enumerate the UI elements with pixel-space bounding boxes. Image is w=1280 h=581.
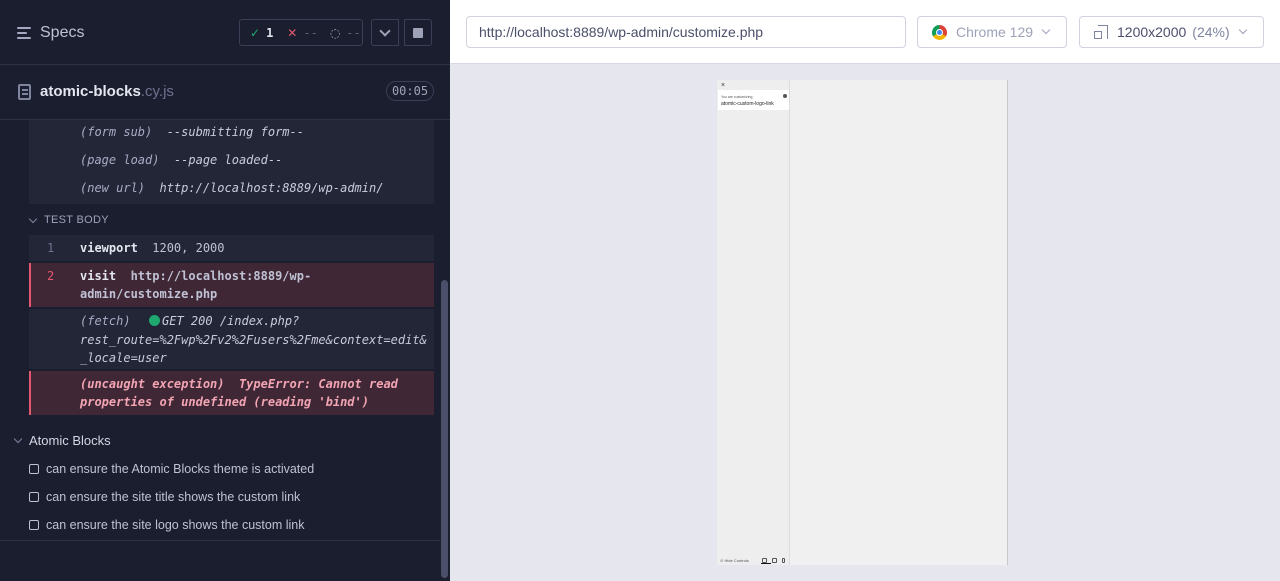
specs-toggle[interactable]: Specs — [17, 22, 84, 44]
specs-list-icon — [17, 26, 33, 40]
pending-test-icon — [29, 492, 39, 502]
test-title: can ensure the site logo shows the custo… — [46, 518, 305, 532]
command-number: 2 — [47, 269, 55, 283]
command-text-cont: admin/customize.php — [80, 287, 217, 301]
command-name: viewport — [80, 241, 138, 255]
run-duration: 00:05 — [386, 81, 434, 101]
hide-controls-label: Hide Controls — [724, 558, 749, 563]
test-item[interactable]: can ensure the site logo shows the custo… — [29, 518, 304, 532]
command-name: (page load) — [80, 153, 160, 167]
pending-spinner-icon: ◌ — [329, 25, 341, 40]
help-icon[interactable] — [783, 94, 787, 98]
check-icon: ✓ — [250, 25, 261, 40]
viewport-scale: (24%) — [1192, 24, 1230, 40]
command-message: admin/customize.php — [80, 287, 218, 301]
x-icon: ✕ — [287, 25, 298, 40]
exception-line: (uncaught exception) TypeError: Cannot r… — [80, 377, 398, 391]
command-name: (fetch) — [80, 314, 131, 328]
app-under-test-frame[interactable]: × You are customizing atomic-custom-logo… — [717, 80, 1008, 565]
failed-count: -- — [303, 25, 318, 40]
chevron-down-icon — [13, 434, 23, 444]
url-bar[interactable]: http://localhost:8889/wp-admin/customize… — [466, 16, 906, 48]
customizer-info-card — [718, 90, 789, 110]
command-message: --submitting form-- — [166, 125, 304, 139]
browser-selector[interactable]: Chrome 129 — [917, 16, 1067, 48]
chrome-icon — [932, 24, 947, 40]
passed-stat: ✓ 1 — [240, 26, 273, 40]
command-message: http://localhost:8889/wp-admin/ — [159, 181, 384, 195]
test-body-header[interactable]: TEST BODY — [28, 214, 109, 226]
test-title: can ensure the Atomic Blocks theme is ac… — [46, 462, 315, 476]
customizing-label: You are customizing — [721, 95, 753, 99]
command-row[interactable]: (new url) http://localhost:8889/wp-admin… — [80, 181, 383, 195]
command-row[interactable]: (page load) --page loaded-- — [80, 153, 282, 167]
fetch-message: _locale=user — [80, 351, 167, 365]
test-item[interactable]: can ensure the Atomic Blocks theme is ac… — [29, 462, 314, 476]
file-name-text: atomic-blocks — [40, 83, 141, 100]
test-item[interactable]: can ensure the site title shows the cust… — [29, 490, 300, 504]
viewport-size: 1200x2000 — [1117, 24, 1187, 40]
divider — [0, 540, 441, 541]
test-title: can ensure the site title shows the cust… — [46, 490, 301, 504]
command-text: viewport 1200, 2000 — [80, 241, 225, 255]
customizer-sidebar: × You are customizing atomic-custom-logo… — [717, 80, 790, 565]
chevron-down-icon — [379, 24, 391, 37]
hide-controls-button[interactable]: ⊙ Hide Controls — [720, 558, 749, 563]
exception-line: properties of undefined (reading 'bind') — [80, 395, 369, 409]
passed-count: 1 — [266, 25, 274, 40]
pending-count: -- — [346, 25, 361, 40]
close-icon[interactable]: × — [721, 82, 725, 89]
suite-title[interactable]: Atomic Blocks — [13, 433, 111, 448]
command-log-panel: Specs ✓ 1 ✕ -- ◌ -- atomic-blocks.cy.js — [0, 0, 450, 581]
chevron-down-icon — [28, 214, 38, 223]
file-ext-text: .cy.js — [140, 83, 174, 100]
pending-test-icon — [29, 520, 39, 530]
active-device-indicator — [761, 563, 771, 564]
app-preview-panel: http://localhost:8889/wp-admin/customize… — [450, 0, 1280, 581]
toggle-auto-scroll-button[interactable] — [371, 19, 399, 46]
command-row[interactable]: (form sub) --submitting form-- — [80, 125, 304, 139]
command-name: visit — [80, 269, 117, 283]
fetch-line: rest_route=%2Fwp%2Fv2%2Fusers%2Fme&conte… — [80, 333, 427, 347]
chevron-down-icon — [1238, 25, 1247, 35]
command-number: 1 — [47, 241, 55, 255]
command-name: (uncaught exception) — [80, 377, 225, 391]
exception-message: TypeError: Cannot read — [238, 377, 398, 391]
suite-title-text: Atomic Blocks — [29, 433, 111, 448]
chevron-down-icon — [1041, 25, 1051, 35]
test-stats: ✓ 1 ✕ -- ◌ -- — [239, 19, 363, 46]
command-message: 1200, 2000 — [152, 241, 225, 255]
command-text: visit http://localhost:8889/wp- — [80, 269, 311, 283]
command-message: --page loaded-- — [173, 153, 283, 167]
fetch-message: GET 200 /index.php? — [162, 314, 300, 328]
command-name: (form sub) — [80, 125, 153, 139]
failed-stat: ✕ -- — [273, 26, 318, 40]
mobile-preview-icon[interactable] — [782, 558, 785, 563]
pending-test-icon — [29, 464, 39, 474]
viewport-info[interactable]: 1200x2000 (24%) — [1079, 16, 1264, 48]
scrollbar-thumb[interactable] — [441, 280, 448, 578]
command-name: (new url) — [80, 181, 146, 195]
stop-button[interactable] — [404, 19, 432, 46]
fetch-line: (fetch) GET 200 /index.php? — [80, 314, 299, 328]
tablet-preview-icon[interactable] — [772, 558, 777, 563]
spec-file-name[interactable]: atomic-blocks.cy.js — [40, 83, 174, 100]
stop-icon — [413, 27, 423, 38]
test-body-label: TEST BODY — [44, 214, 109, 226]
fetch-line: _locale=user — [80, 351, 167, 365]
browser-name: Chrome 129 — [956, 24, 1034, 40]
status-dot-icon — [149, 315, 161, 326]
document-icon — [18, 84, 31, 100]
command-message: http://localhost:8889/wp- — [130, 269, 312, 283]
fetch-message: rest_route=%2Fwp%2Fv2%2Fusers%2Fme&conte… — [80, 333, 427, 347]
site-title: atomic-custom-logo-link — [721, 101, 774, 107]
browser-toolbar: http://localhost:8889/wp-admin/customize… — [450, 0, 1280, 64]
viewport-icon — [1094, 25, 1108, 39]
exception-message: properties of undefined (reading 'bind') — [80, 395, 369, 409]
specs-label: Specs — [40, 24, 85, 41]
pending-stat: ◌ -- — [318, 26, 361, 40]
reporter-header: Specs ✓ 1 ✕ -- ◌ -- — [0, 0, 450, 65]
